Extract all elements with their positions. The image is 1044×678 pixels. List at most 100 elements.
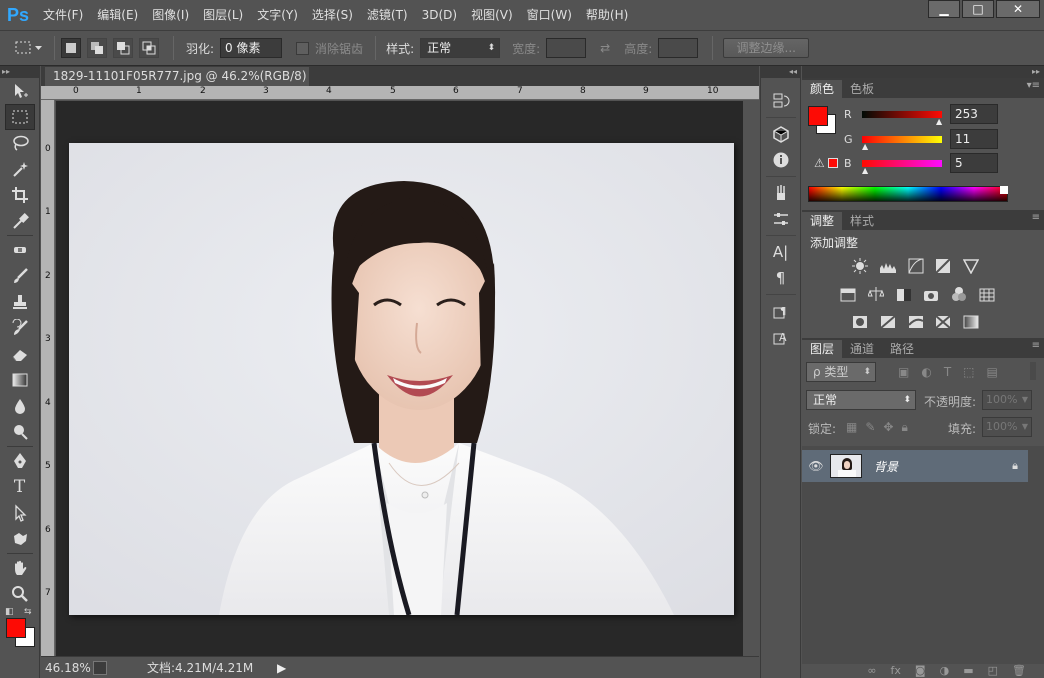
selective-color-icon[interactable] (933, 314, 953, 330)
menu-image[interactable]: 图像(I) (145, 0, 196, 30)
vertical-scrollbar[interactable] (743, 100, 759, 656)
minimize-button[interactable]: ▁ (928, 0, 960, 18)
height-input[interactable] (658, 38, 699, 58)
magic-wand-tool[interactable] (5, 156, 35, 182)
color-lookup-icon[interactable] (977, 287, 997, 303)
color-balance-icon[interactable] (866, 286, 886, 302)
invert-icon[interactable] (850, 314, 870, 330)
link-layers-icon[interactable]: ∞ (867, 664, 876, 678)
filter-type-icon[interactable]: T (944, 365, 951, 379)
brightness-icon[interactable] (850, 258, 870, 274)
collapse-icon[interactable]: ▸▸ (0, 66, 39, 78)
move-tool[interactable] (5, 78, 35, 104)
style-select[interactable]: 正常 ⬍ (420, 38, 501, 58)
menu-help[interactable]: 帮助(H) (579, 0, 635, 30)
filter-smart-icon[interactable]: ▤ (987, 365, 998, 379)
document-tab[interactable]: 1829-11101F05R777.jpg @ 46.2%(RGB/8) × (45, 67, 309, 102)
shape-tool[interactable] (5, 526, 35, 552)
swap-icon[interactable]: ⇄ (600, 41, 610, 55)
new-adjustment-icon[interactable]: ◑ (940, 664, 950, 678)
dodge-tool[interactable] (5, 419, 35, 445)
canvas-area[interactable] (56, 101, 759, 656)
default-colors-icon[interactable]: ◧ (5, 607, 14, 617)
intersect-selection-button[interactable] (139, 38, 159, 58)
posterize-icon[interactable] (878, 314, 898, 330)
history-panel-button[interactable] (766, 88, 796, 114)
new-layer-icon[interactable]: ◰ (988, 664, 998, 678)
tab-styles[interactable]: 样式 (842, 212, 882, 230)
tab-layers[interactable]: 图层 (802, 340, 843, 358)
menu-filter[interactable]: 滤镜(T) (360, 0, 415, 30)
gamut-color-chip[interactable] (828, 158, 838, 168)
character-panel-button[interactable]: A| (766, 239, 796, 265)
lock-paint-icon[interactable]: ✎ (865, 420, 875, 435)
levels-icon[interactable] (878, 259, 898, 275)
black-white-icon[interactable] (894, 287, 914, 303)
brush-tool[interactable] (5, 263, 35, 289)
photo-filter-icon[interactable] (921, 287, 941, 303)
feather-input[interactable]: 0 像素 (220, 38, 283, 58)
tab-paths[interactable]: 路径 (882, 340, 922, 358)
marquee-tool[interactable] (4, 104, 35, 130)
new-group-icon[interactable]: ▬ (963, 664, 973, 678)
layer-filter-select[interactable]: ρ 类型 ⬍ (806, 362, 876, 382)
layer-row-background[interactable]: 👁︎ 背景 🔒︎ (802, 450, 1028, 482)
healing-brush-tool[interactable] (5, 237, 35, 263)
status-info-icon[interactable] (93, 660, 107, 675)
menu-window[interactable]: 窗口(W) (520, 0, 579, 30)
swap-colors-icon[interactable]: ⇆ (24, 607, 32, 617)
clone-stamp-tool[interactable] (5, 289, 35, 315)
red-slider[interactable]: ▲ (862, 110, 942, 126)
add-mask-icon[interactable]: ◙ (915, 664, 926, 678)
status-menu-arrow[interactable]: ▶ (277, 661, 286, 675)
info-panel-button[interactable] (766, 147, 796, 173)
eye-icon[interactable]: 👁︎ (802, 459, 830, 473)
blend-mode-select[interactable]: 正常 ⬍ (806, 390, 916, 410)
panels-collapse-icon[interactable]: ▸▸ (802, 66, 1044, 78)
curves-icon[interactable] (906, 258, 926, 274)
tab-channels[interactable]: 通道 (842, 340, 882, 358)
paragraph-panel-button[interactable]: ¶ (766, 265, 796, 291)
zoom-tool[interactable] (5, 581, 35, 607)
menu-view[interactable]: 视图(V) (464, 0, 520, 30)
paragraph-styles-button[interactable]: ¶ (766, 298, 796, 324)
red-value[interactable]: 253 (950, 104, 998, 124)
tab-color[interactable]: 颜色 (802, 80, 843, 98)
green-value[interactable]: 11 (950, 129, 998, 149)
blue-slider[interactable]: ▲ (862, 159, 942, 175)
layer-name[interactable]: 背景 (874, 458, 1012, 475)
new-selection-button[interactable] (61, 38, 81, 58)
hue-saturation-icon[interactable] (838, 287, 858, 303)
green-slider[interactable]: ▲ (862, 135, 942, 151)
fx-icon[interactable]: fx (891, 664, 901, 678)
opacity-input[interactable]: 100% ▼ (982, 390, 1032, 410)
gradient-map-icon[interactable] (961, 314, 981, 330)
delete-layer-icon[interactable]: 🗑︎ (1012, 664, 1026, 678)
tab-adjustments[interactable]: 调整 (802, 212, 843, 230)
refine-edge-button[interactable]: 调整边缘... (723, 38, 810, 58)
tool-preset-picker[interactable] (8, 36, 48, 60)
menu-edit[interactable]: 编辑(E) (90, 0, 145, 30)
fill-input[interactable]: 100% ▼ (982, 417, 1032, 437)
filter-toggle[interactable] (1030, 362, 1036, 380)
lock-move-icon[interactable]: ✥ (883, 420, 893, 435)
vibrance-icon[interactable] (961, 258, 981, 274)
filter-adjust-icon[interactable]: ◐ (921, 365, 931, 379)
character-styles-button[interactable]: A (766, 324, 796, 350)
subtract-selection-button[interactable] (113, 38, 133, 58)
antialias-checkbox[interactable] (296, 41, 310, 55)
filter-pixel-icon[interactable]: ▣ (898, 365, 909, 379)
channel-mixer-icon[interactable] (949, 286, 969, 302)
menu-3d[interactable]: 3D(D) (415, 0, 464, 30)
menu-layer[interactable]: 图层(L) (196, 0, 250, 30)
blur-tool[interactable] (5, 393, 35, 419)
tab-swatches[interactable]: 色板 (842, 80, 882, 98)
width-input[interactable] (546, 38, 587, 58)
menu-file[interactable]: 文件(F) (36, 0, 90, 30)
gradient-tool[interactable] (5, 367, 35, 393)
3d-panel-button[interactable] (766, 121, 796, 147)
panel-menu-icon[interactable]: ≡ (1032, 212, 1040, 223)
type-tool[interactable]: T (5, 474, 35, 500)
white-chip[interactable] (1000, 186, 1008, 194)
pen-tool[interactable] (5, 448, 35, 474)
